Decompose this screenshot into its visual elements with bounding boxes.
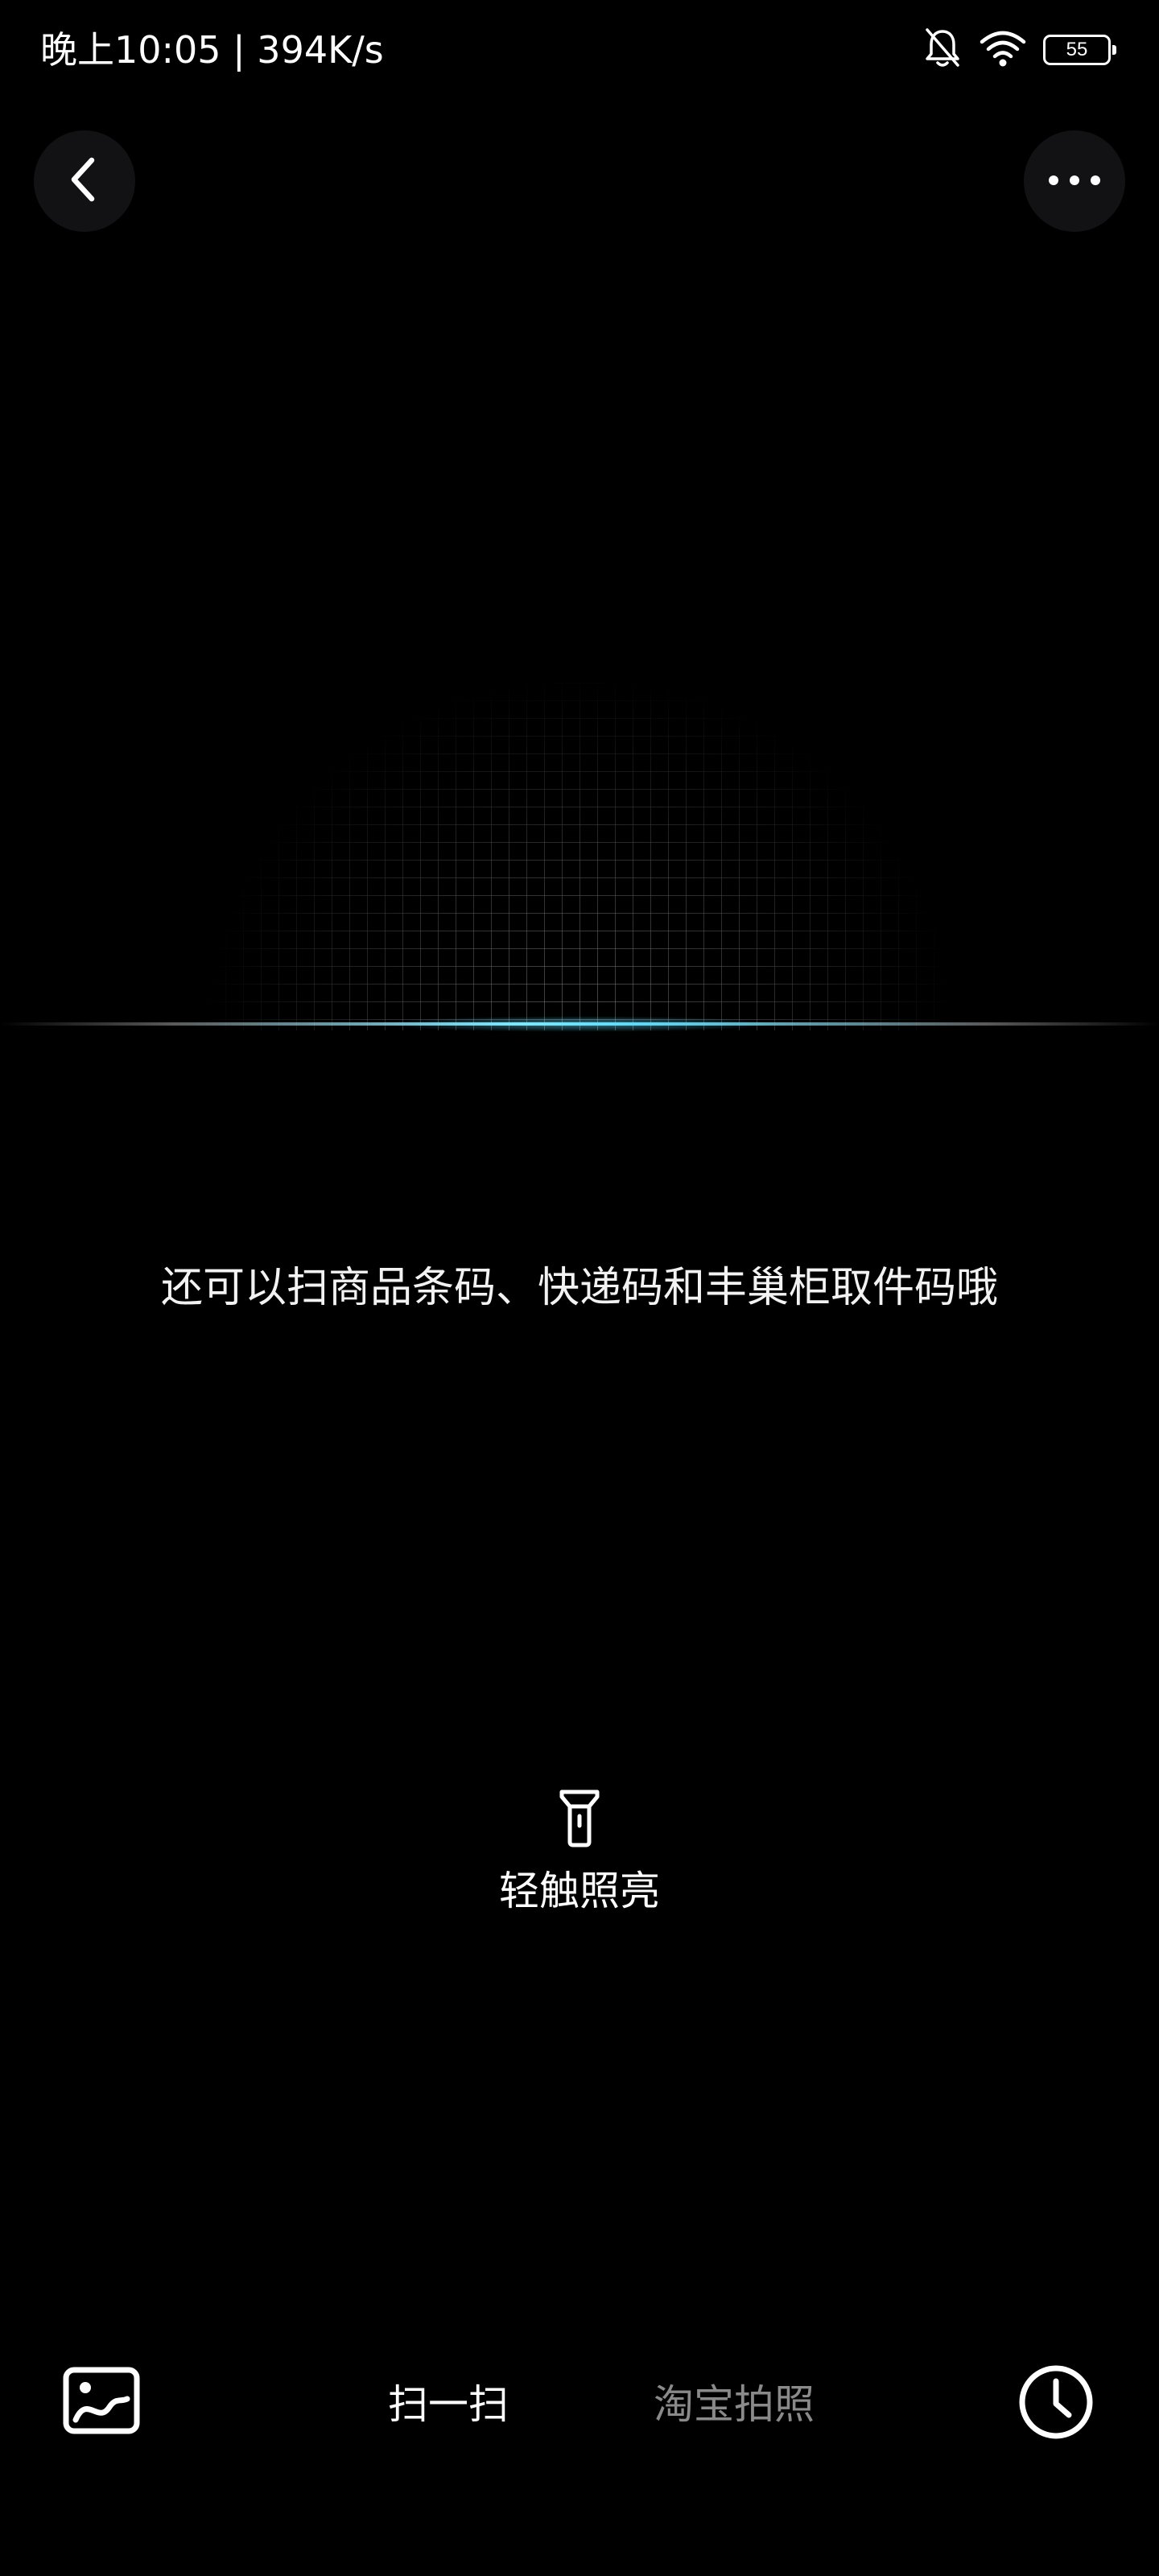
battery-icon: 55	[1043, 35, 1116, 65]
image-icon	[63, 2367, 140, 2438]
album-button[interactable]	[63, 2367, 140, 2438]
flashlight-toggle[interactable]: 轻触照亮	[459, 1787, 700, 1919]
back-button[interactable]	[34, 130, 135, 232]
chevron-left-icon	[64, 155, 105, 207]
tab-taobao-photo[interactable]: 淘宝拍照	[654, 2376, 815, 2433]
mute-bell-icon	[922, 27, 963, 73]
battery-level: 55	[1066, 39, 1088, 60]
scan-line	[0, 1022, 1159, 1026]
scan-grid	[137, 612, 1022, 1030]
wifi-icon	[979, 29, 1027, 71]
clock-icon	[1017, 2363, 1095, 2444]
status-bar: 晚上10:05 | 394K/s 55	[0, 0, 1159, 97]
bottom-bar: 扫一扫 淘宝拍照	[0, 2334, 1159, 2471]
flashlight-icon	[557, 1787, 602, 1852]
status-icons: 55	[922, 24, 1116, 76]
history-button[interactable]	[1016, 2363, 1096, 2444]
status-time-speed: 晚上10:05 | 394K/s	[40, 28, 384, 72]
scan-hint-text: 还可以扫商品条码、快递码和丰巢柜取件码哦	[160, 1264, 998, 1312]
more-horizontal-icon	[1048, 174, 1101, 189]
flashlight-label: 轻触照亮	[499, 1868, 660, 1914]
tab-scan[interactable]: 扫一扫	[388, 2376, 509, 2433]
more-button[interactable]	[1024, 130, 1125, 232]
